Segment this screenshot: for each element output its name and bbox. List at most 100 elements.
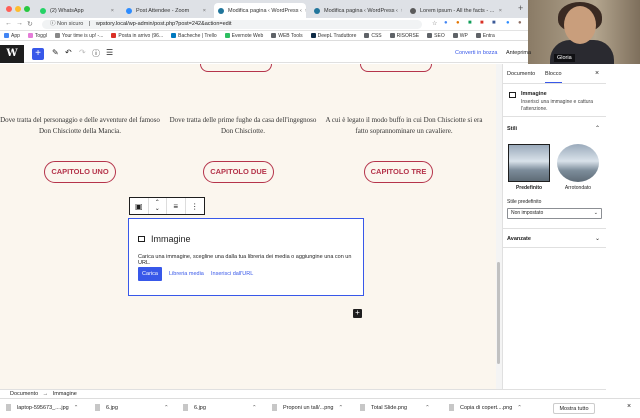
more-options-icon[interactable]: ⋮ (186, 198, 204, 214)
bookmark-icon (224, 33, 230, 38)
canvas-scrollbar-thumb[interactable] (497, 262, 500, 364)
align-icon[interactable]: ≡ (167, 198, 186, 214)
chevron-up-icon[interactable]: ⌃ (74, 405, 79, 411)
breadcrumb-image[interactable]: Immagine (53, 391, 77, 397)
default-style-select[interactable]: Non impostato ⌄ (507, 208, 602, 219)
close-tab-icon[interactable]: × (398, 8, 402, 14)
list-view-icon[interactable]: ☰ (106, 48, 113, 57)
preview-button[interactable]: Anteprima (506, 50, 531, 56)
download-item[interactable]: 6.jpg ⌃ (183, 404, 257, 411)
extension-icon[interactable]: ● (456, 20, 460, 26)
profile-avatar[interactable]: ● (518, 20, 522, 26)
add-block-icon[interactable]: + (32, 48, 44, 60)
close-tab-icon[interactable]: × (496, 8, 502, 14)
tab-label: Lorem ipsum - All the facts - ... (420, 7, 495, 14)
extension-icon[interactable]: ■ (480, 20, 484, 26)
move-block-icon[interactable]: ⌃ ⌄ (149, 198, 167, 214)
bookmark-item[interactable]: WEB Tools (271, 33, 303, 39)
tab-label: Post Attendee - Zoom (136, 7, 190, 14)
breadcrumb-document[interactable]: Documento (10, 391, 38, 397)
chevron-up-icon[interactable]: ⌃ (252, 405, 257, 411)
media-library-button[interactable]: Libreria media (169, 271, 204, 277)
bookmark-item[interactable]: Posta in arrivo (96... (111, 33, 163, 39)
bookmark-item[interactable]: SEO (427, 33, 445, 39)
download-item[interactable]: 6.jpg ⌃ (95, 404, 169, 411)
tab-document[interactable]: Documento (507, 71, 535, 77)
bookmark-item[interactable]: Bacheche | Trello (171, 33, 217, 39)
bookmark-item[interactable]: WP (452, 33, 468, 39)
redo-icon[interactable]: ↷ (79, 48, 86, 57)
browser-tab-wordpress[interactable]: Modifica pagina ‹ WordPress ‹ × (310, 3, 402, 18)
image-icon (509, 92, 516, 98)
minimize-window-icon[interactable] (15, 6, 21, 12)
chapter-one-button[interactable]: CAPITOLO UNO (44, 161, 116, 183)
reload-icon[interactable]: ↻ (27, 20, 33, 28)
forward-icon[interactable]: → (16, 20, 23, 27)
advanced-panel-title[interactable]: Avanzate (507, 236, 531, 242)
style-default-thumb[interactable] (508, 144, 550, 182)
image-block-placeholder[interactable]: Immagine Carica una immagine, scegline u… (128, 218, 364, 296)
style-rounded-thumb[interactable] (557, 144, 599, 182)
close-tab-icon[interactable]: × (108, 8, 114, 14)
download-item[interactable]: Proponi un tall/...png ⌃ (272, 404, 343, 411)
extension-icon[interactable]: ■ (468, 20, 472, 26)
upload-button[interactable]: Carica (138, 267, 162, 281)
column-text-1[interactable]: Dove tratta del personaggio e delle avve… (0, 115, 160, 137)
chevron-up-icon[interactable]: ⌃ (595, 125, 600, 132)
chevron-down-icon[interactable]: ⌄ (595, 235, 600, 242)
undo-icon[interactable]: ↶ (65, 48, 72, 57)
extension-icon[interactable]: ● (506, 20, 510, 26)
show-all-downloads-button[interactable]: Mostra tutto (553, 403, 595, 414)
block-inserter-icon[interactable]: + (353, 309, 362, 318)
bookmark-item[interactable]: Your time is up! -... (54, 33, 103, 39)
style-rounded-label: Arrotondato (564, 185, 592, 191)
chevron-up-icon[interactable]: ⌃ (517, 405, 522, 411)
browser-tab-lorem-ipsum[interactable]: Lorem ipsum - All the facts - ... × (406, 3, 506, 18)
info-icon[interactable]: ⓘ (92, 48, 100, 59)
block-toolbar: ▣ ⌃ ⌄ ≡ ⋮ (129, 197, 205, 215)
close-tab-icon[interactable]: × (302, 8, 306, 14)
styles-panel-title[interactable]: Stili (507, 126, 517, 132)
chapter-three-button[interactable]: CAPITOLO TRE (364, 161, 433, 183)
bookmark-star-icon[interactable]: ☆ (432, 20, 437, 27)
tab-block[interactable]: Blocco (545, 71, 562, 83)
browser-tab-wordpress-active[interactable]: Modifica pagina ‹ WordPress ‹ × (214, 3, 306, 18)
browser-tab-zoom[interactable]: Post Attendee - Zoom × (122, 3, 210, 18)
chevron-up-icon[interactable]: ⌃ (164, 405, 169, 411)
bookmark-label: DeepL Traduttore (317, 32, 357, 39)
switch-to-draft-button[interactable]: Converti in bozza (455, 50, 498, 56)
bookmark-label: RISORSE (396, 32, 420, 39)
close-icon[interactable]: × (627, 403, 631, 410)
close-window-icon[interactable] (6, 6, 12, 12)
image-block-icon[interactable]: ▣ (130, 198, 149, 214)
column-text-3[interactable]: A cui è legato il modo buffo in cui Don … (324, 115, 484, 137)
extension-icon[interactable]: ■ (492, 20, 496, 26)
bookmark-item[interactable]: Evernote Web (224, 33, 263, 39)
bookmark-item[interactable]: CSS (364, 33, 382, 39)
chevron-up-icon[interactable]: ⌃ (338, 405, 343, 411)
style-default-label: Predefinito (515, 185, 543, 191)
download-item[interactable]: laptop-595673_....jpg ⌃ (6, 404, 78, 411)
bookmark-label: Bacheche | Trello (178, 32, 217, 39)
back-icon[interactable]: ← (5, 20, 12, 27)
column-text-2[interactable]: Dove tratta delle prime fughe da casa de… (163, 115, 323, 137)
extension-icon[interactable]: ● (444, 20, 448, 26)
bookmark-item[interactable]: Toggl (27, 33, 47, 39)
edit-pencil-icon[interactable]: ✎ (52, 48, 59, 57)
download-item[interactable]: Total Slide.png ⌃ (360, 404, 430, 411)
url-field[interactable]: ⓘ Non sicuro | wpstory.local/wp-admin/po… (42, 20, 422, 29)
maximize-window-icon[interactable] (24, 6, 30, 12)
close-icon[interactable]: × (595, 70, 599, 77)
bookmark-item[interactable]: Entra (475, 33, 495, 39)
browser-tab-whatsapp[interactable]: (2) WhatsApp × (36, 3, 118, 18)
new-tab-icon[interactable]: + (518, 3, 523, 13)
bookmark-item[interactable]: DeepL Traduttore (310, 32, 357, 39)
download-item[interactable]: Copia di copert....png ⌃ (449, 404, 522, 411)
insert-from-url-button[interactable]: Inserisci dall'URL (211, 271, 253, 277)
bookmark-item[interactable]: App (4, 33, 20, 39)
close-tab-icon[interactable]: × (200, 8, 206, 14)
chapter-two-button[interactable]: CAPITOLO DUE (203, 161, 274, 183)
wordpress-logo-icon[interactable]: W (0, 45, 24, 63)
bookmark-item[interactable]: RISORSE (389, 32, 420, 39)
chevron-up-icon[interactable]: ⌃ (425, 405, 430, 411)
